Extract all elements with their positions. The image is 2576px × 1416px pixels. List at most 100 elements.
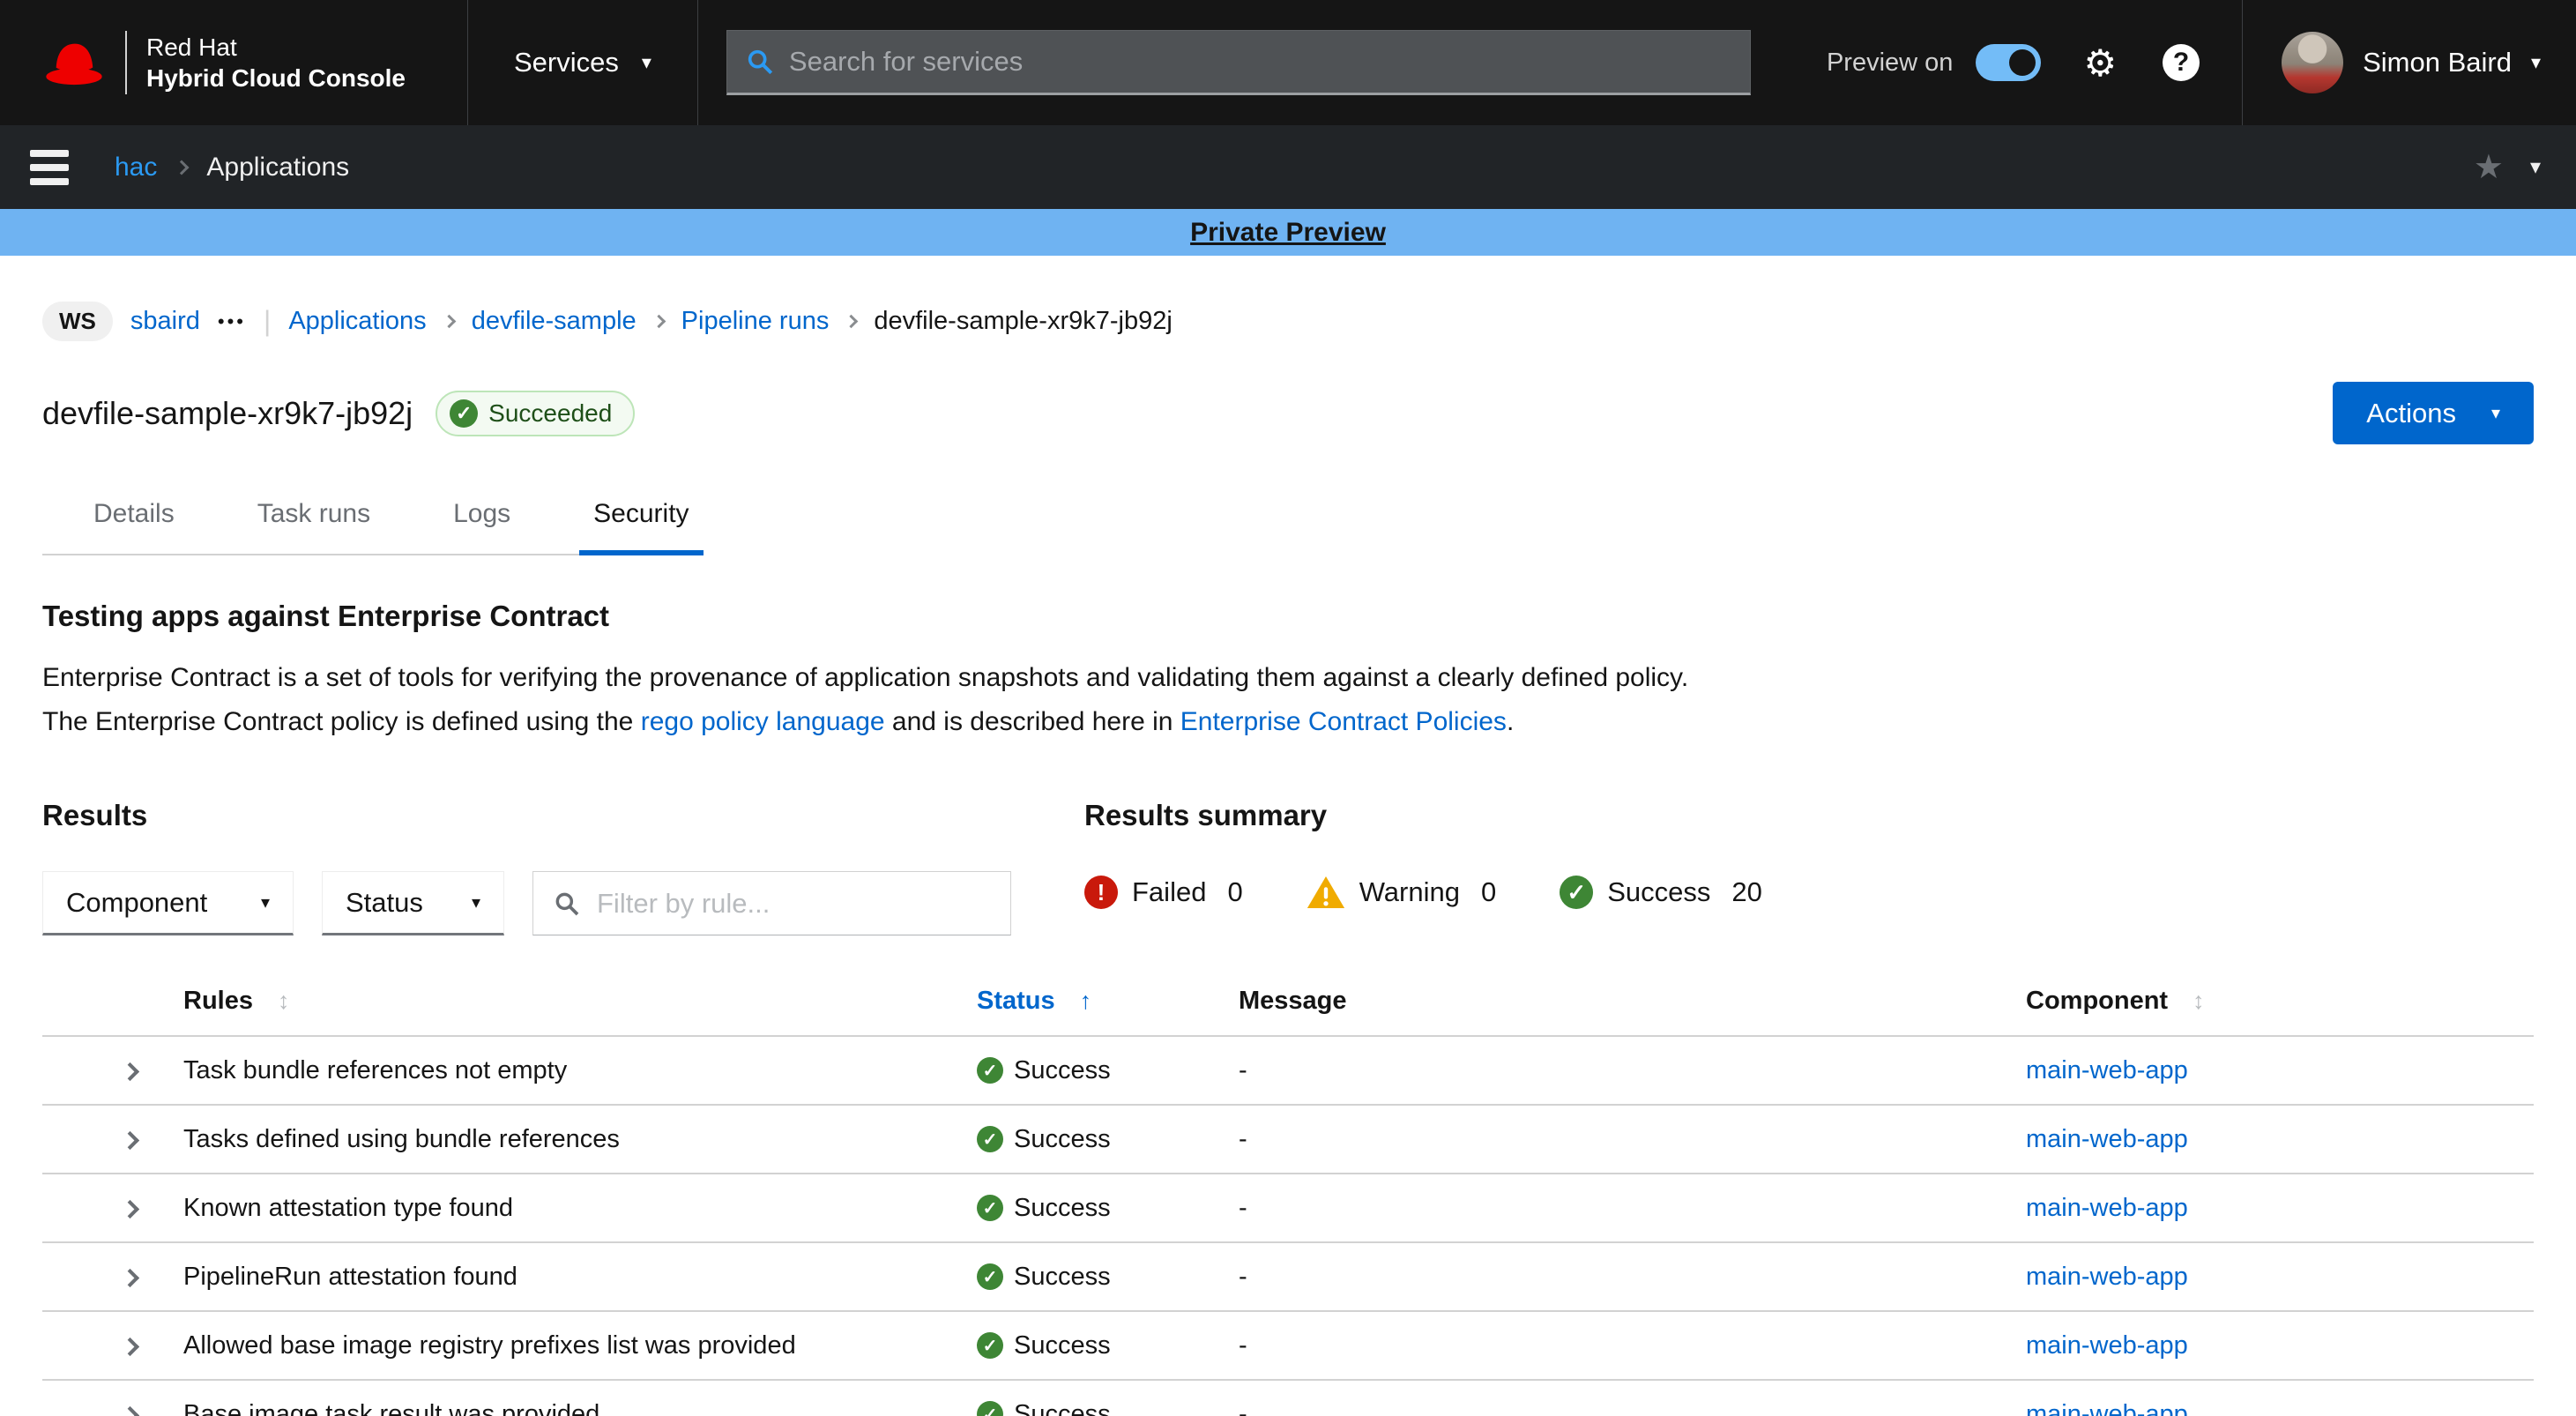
table-row: PipelineRun attestation found ✓Success -… xyxy=(42,1242,2534,1311)
caret-down-icon[interactable]: ▾ xyxy=(2530,157,2541,178)
caret-down-icon: ▾ xyxy=(642,53,651,72)
exclamation-circle-icon: ! xyxy=(1084,876,1118,909)
expand-chevron-icon[interactable] xyxy=(121,1130,139,1149)
gear-icon[interactable]: ⚙ xyxy=(2083,41,2117,85)
search-icon xyxy=(745,47,775,77)
message-column-header: Message xyxy=(1239,973,2026,1036)
chevron-right-icon xyxy=(845,315,859,329)
workspace-options-icon[interactable]: ••• xyxy=(218,310,246,333)
chevron-right-icon xyxy=(442,315,456,329)
nav-breadcrumb: hac Applications xyxy=(115,153,349,183)
component-link[interactable]: main-web-app xyxy=(2026,1194,2188,1222)
actions-button[interactable]: Actions ▾ xyxy=(2333,382,2534,444)
description-text: . xyxy=(1507,707,1514,736)
component-link[interactable]: main-web-app xyxy=(2026,1263,2188,1291)
brand-line2: Hybrid Cloud Console xyxy=(146,63,406,93)
section-description: Enterprise Contract is a set of tools fo… xyxy=(42,656,2534,744)
private-preview-link[interactable]: Private Preview xyxy=(1190,218,1386,248)
component-column-header[interactable]: Component ↕ xyxy=(2026,973,2534,1036)
status-label: Success xyxy=(1014,1056,1111,1085)
brand[interactable]: Red Hat Hybrid Cloud Console xyxy=(0,31,406,94)
results-heading: Results xyxy=(42,799,1084,832)
expand-chevron-icon[interactable] xyxy=(121,1268,139,1286)
breadcrumb-link-applications[interactable]: Applications xyxy=(288,307,426,336)
caret-down-icon: ▾ xyxy=(261,894,270,912)
table-row: Task bundle references not empty ✓Succes… xyxy=(42,1036,2534,1105)
help-icon[interactable]: ? xyxy=(2163,44,2200,81)
hamburger-menu-icon[interactable] xyxy=(30,150,69,185)
table-row: Tasks defined using bundle references ✓S… xyxy=(42,1105,2534,1174)
tab-details[interactable]: Details xyxy=(79,485,189,554)
enterprise-contract-policies-link[interactable]: Enterprise Contract Policies xyxy=(1180,707,1507,736)
results-summary-panel: Results summary ! Failed 0 Warning xyxy=(1084,799,2534,935)
component-link[interactable]: main-web-app xyxy=(2026,1400,2188,1416)
rule-cell: Base image task result was provided xyxy=(183,1380,977,1416)
results-summary-heading: Results summary xyxy=(1084,799,2534,832)
success-label: Success xyxy=(1607,876,1710,908)
expand-chevron-icon[interactable] xyxy=(121,1199,139,1218)
status-label: Success xyxy=(1014,1263,1111,1292)
status-cell: ✓Success xyxy=(977,1381,1239,1416)
status-filter-dropdown[interactable]: Status ▾ xyxy=(322,871,504,935)
preview-toggle[interactable] xyxy=(1976,44,2041,81)
expand-chevron-icon[interactable] xyxy=(121,1337,139,1355)
workspace-link[interactable]: sbaird xyxy=(130,307,200,336)
search-icon xyxy=(553,890,581,918)
user-name: Simon Baird xyxy=(2363,47,2512,78)
sort-icon: ↕ xyxy=(278,987,290,1014)
brand-line1: Red Hat xyxy=(146,32,406,63)
table-header-row: Rules ↕ Status ↑ Message Component ↕ xyxy=(42,973,2534,1036)
check-circle-icon: ✓ xyxy=(977,1195,1003,1221)
description-text: and is described here in xyxy=(885,707,1180,736)
tab-security[interactable]: Security xyxy=(579,485,703,555)
check-circle-icon: ✓ xyxy=(977,1126,1003,1152)
breadcrumb-link-hac[interactable]: hac xyxy=(115,153,157,183)
check-circle-icon: ✓ xyxy=(977,1263,1003,1290)
redhat-logo-icon xyxy=(44,39,104,86)
rule-filter-placeholder: Filter by rule... xyxy=(597,888,770,920)
component-link[interactable]: main-web-app xyxy=(2026,1125,2188,1153)
component-link[interactable]: main-web-app xyxy=(2026,1056,2188,1084)
brand-text: Red Hat Hybrid Cloud Console xyxy=(146,32,406,93)
expand-chevron-icon[interactable] xyxy=(121,1062,139,1080)
favorite-star-icon[interactable]: ★ xyxy=(2474,147,2504,187)
breadcrumb-link-devfile-sample[interactable]: devfile-sample xyxy=(472,307,637,336)
warning-triangle-icon xyxy=(1307,875,1345,910)
expand-chevron-icon[interactable] xyxy=(121,1405,139,1416)
nav-right: ★ ▾ xyxy=(2474,147,2541,187)
tab-task-runs[interactable]: Task runs xyxy=(243,485,384,554)
tab-logs[interactable]: Logs xyxy=(439,485,525,554)
status-label: Success xyxy=(1014,1125,1111,1154)
component-link[interactable]: main-web-app xyxy=(2026,1331,2188,1360)
global-search-input[interactable]: Search for services xyxy=(726,30,1751,95)
breadcrumb-current: Applications xyxy=(206,153,349,183)
warning-summary: Warning 0 xyxy=(1307,875,1497,910)
status-column-header[interactable]: Status ↑ xyxy=(977,973,1239,1036)
failed-count: 0 xyxy=(1227,876,1242,908)
page-title: devfile-sample-xr9k7-jb92j xyxy=(42,395,413,432)
breadcrumb-link-pipeline-runs[interactable]: Pipeline runs xyxy=(681,307,830,336)
status-label: Success xyxy=(1014,1331,1111,1360)
utility-nav: hac Applications ★ ▾ xyxy=(0,125,2576,209)
failed-summary: ! Failed 0 xyxy=(1084,876,1243,909)
message-cell: - xyxy=(1239,1036,2026,1105)
preview-banner: Private Preview xyxy=(0,209,2576,256)
avatar xyxy=(2282,32,2343,93)
status-label: Success xyxy=(1014,1400,1111,1416)
rules-column-header[interactable]: Rules ↕ xyxy=(183,973,977,1036)
page-header: devfile-sample-xr9k7-jb92j ✓ Succeeded A… xyxy=(42,382,2534,444)
filter-toolbar: Component ▾ Status ▾ Filter by rule... xyxy=(42,871,1084,935)
brand-divider xyxy=(125,31,127,94)
user-menu[interactable]: Simon Baird ▾ xyxy=(2282,32,2541,93)
table-row: Base image task result was provided ✓Suc… xyxy=(42,1380,2534,1416)
results-filters-panel: Results Component ▾ Status ▾ xyxy=(42,799,1084,935)
results-summary-counts: ! Failed 0 Warning 0 ✓ xyxy=(1084,875,2534,910)
status-header-label: Status xyxy=(977,987,1055,1015)
message-cell: - xyxy=(1239,1311,2026,1380)
component-filter-dropdown[interactable]: Component ▾ xyxy=(42,871,294,935)
services-label: Services xyxy=(514,47,619,78)
rule-filter-input[interactable]: Filter by rule... xyxy=(532,871,1011,935)
services-menu[interactable]: Services ▾ xyxy=(467,0,698,125)
message-cell: - xyxy=(1239,1380,2026,1416)
rego-policy-language-link[interactable]: rego policy language xyxy=(641,707,885,736)
